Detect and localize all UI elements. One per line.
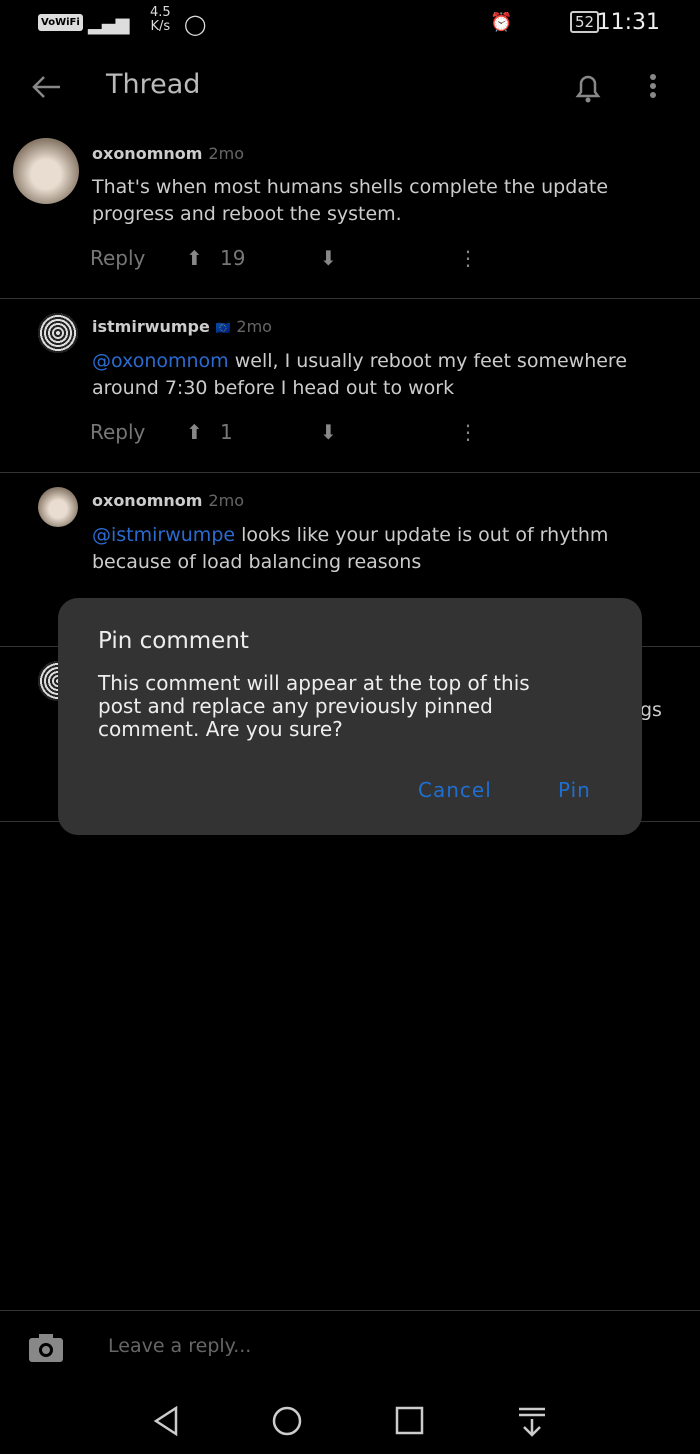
avatar[interactable] [38,487,78,527]
mention-link[interactable]: @istmirwumpe [92,524,235,546]
cancel-button[interactable]: Cancel [418,778,492,802]
comment-author[interactable]: oxonomnom 2mo [92,144,244,163]
clock: 11:31 [596,10,660,35]
comment-text: That's when most humans shells complete … [92,176,609,225]
page-title: Thread [106,69,201,100]
comment-actions: Reply ⬆ 19 ⬇ ⋮ [90,246,478,270]
comment: oxonomnom 2mo That's when most humans she… [0,130,700,299]
vote-count: 1 [220,420,233,444]
notification-pull-icon[interactable] [516,1405,548,1437]
pin-comment-dialog: Pin comment This comment will appear at … [58,598,642,835]
camera-icon[interactable] [28,1333,64,1363]
recents-nav-icon[interactable] [394,1405,426,1437]
comment-actions: Reply ⬆ 1 ⬇ ⋮ [90,420,478,444]
timestamp: 2mo [236,317,272,336]
comment-author[interactable]: oxonomnom 2mo [92,491,244,510]
more-vert-icon[interactable] [646,72,660,102]
whatsapp-icon: ◯ [184,12,207,36]
eu-flag-icon: 🇪🇺 [215,321,231,335]
vote-count: 19 [220,246,246,270]
alarm-icon: ⏰ [490,12,513,33]
arrow-left-icon[interactable] [30,73,62,101]
reply-button[interactable]: Reply [90,246,145,270]
comment-text: gs [640,699,662,721]
comment: istmirwumpe 🇪🇺 2mo @oxonomnom well, I usu… [0,299,700,473]
timestamp: 2mo [208,144,244,163]
network-speed: 4.5 K/s [150,5,171,34]
upvote-icon[interactable]: ⬆ [186,246,203,270]
comment-text: @oxonomnom well, I usually reboot my fee… [92,350,628,399]
pin-button[interactable]: Pin [558,778,591,802]
back-nav-icon[interactable] [150,1405,182,1437]
timestamp: 2mo [208,491,244,510]
vowifi-icon: VoWiFi [38,14,83,31]
downvote-icon[interactable]: ⬇ [320,420,337,444]
downvote-icon[interactable]: ⬇ [320,246,337,270]
battery-icon: 52 [570,11,600,33]
reply-input[interactable] [108,1335,668,1357]
bell-icon[interactable] [572,70,604,106]
navigation-bar [0,1390,700,1454]
more-vert-icon[interactable]: ⋮ [458,246,478,270]
comment-author[interactable]: istmirwumpe 🇪🇺 2mo [92,317,272,336]
status-bar: VoWiFi ▂▄▆ 4.5 K/s ◯ ⏰ 52 11:31 [0,0,700,50]
dialog-title: Pin comment [98,628,249,654]
avatar[interactable] [13,138,79,204]
comment-text: @istmirwumpe looks like your update is o… [92,524,609,573]
reply-button[interactable]: Reply [90,420,145,444]
more-vert-icon[interactable]: ⋮ [458,420,478,444]
home-nav-icon[interactable] [271,1405,303,1437]
dialog-message: This comment will appear at the top of t… [98,671,530,741]
app-bar: Thread [0,58,700,118]
reply-bar [0,1310,700,1390]
upvote-icon[interactable]: ⬆ [186,420,203,444]
signal-icon: ▂▄▆ [88,14,130,35]
avatar[interactable] [38,313,78,353]
mention-link[interactable]: @oxonomnom [92,350,229,372]
